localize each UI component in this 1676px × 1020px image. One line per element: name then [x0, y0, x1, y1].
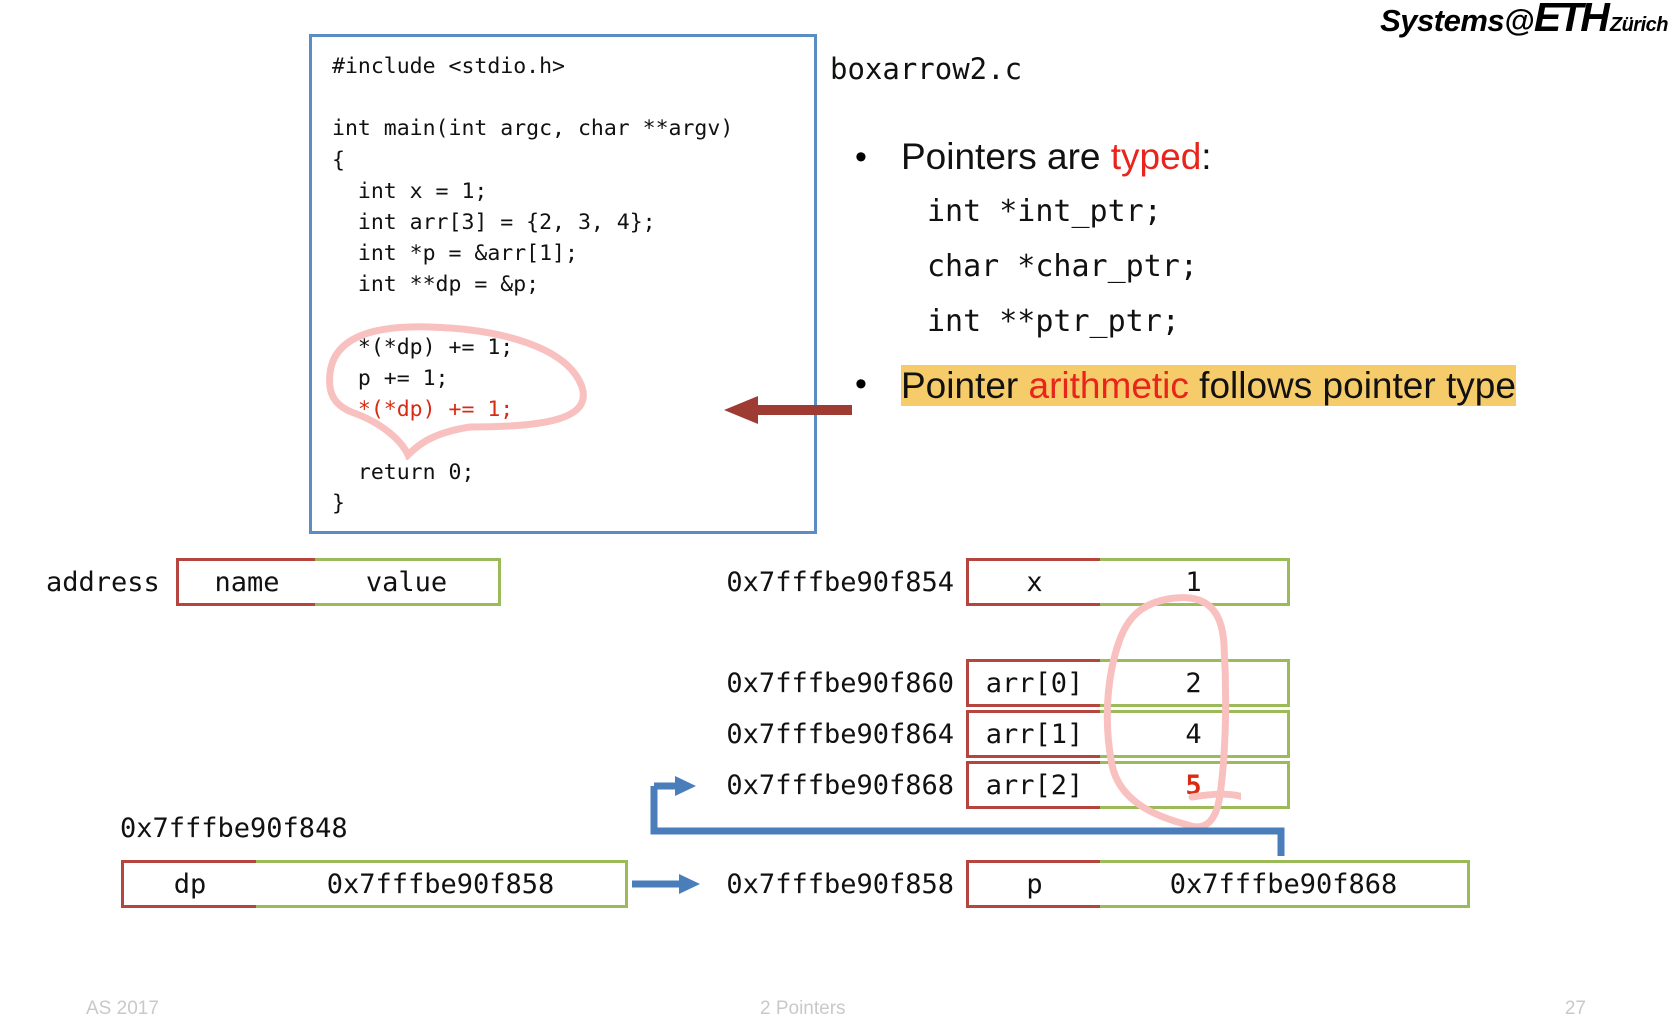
bullet-arith-pre: Pointer	[901, 365, 1029, 406]
code-line: *(*dp) += 1;	[332, 334, 514, 360]
logo-at-symbol: @	[1504, 3, 1534, 38]
bullet-typed-text: Pointers are typed:	[901, 130, 1212, 184]
memory-row-arr2: 0x7fffbe90f868 arr[2] 5	[706, 761, 1290, 809]
memory-address-arr2: 0x7fffbe90f868	[726, 769, 954, 801]
bullet-typed-post: :	[1201, 136, 1212, 177]
code-line: }	[332, 490, 345, 516]
memory-value-arr0: 2	[1100, 659, 1290, 707]
filename-label: boxarrow2.c	[830, 52, 1023, 86]
code-line: p += 1;	[332, 366, 449, 392]
declaration-ptr-ptr: int **ptr_ptr;	[927, 304, 1180, 339]
bullet-list: • Pointers are typed: int *int_ptr; char…	[855, 130, 1655, 415]
memory-value-arr2: 5	[1100, 761, 1290, 809]
legend-name-cell: name	[176, 558, 315, 606]
memory-row-arr1: 0x7fffbe90f864 arr[1] 4	[706, 710, 1290, 758]
bullet-typed-pre: Pointers are	[901, 136, 1111, 177]
code-line: return 0;	[332, 459, 475, 485]
logo-systems-text: Systems	[1380, 3, 1505, 38]
memory-name-p: p	[966, 860, 1100, 908]
bullet-arith-keyword: arithmetic	[1028, 365, 1189, 406]
logo-eth-text: ETH	[1533, 0, 1610, 40]
bullet-typed-keyword: typed	[1110, 136, 1202, 177]
memory-value-p: 0x7fffbe90f868	[1100, 860, 1470, 908]
memory-name-arr1: arr[1]	[966, 710, 1100, 758]
memory-row-dp: dp 0x7fffbe90f858	[121, 860, 628, 908]
memory-address-p: 0x7fffbe90f858	[726, 868, 954, 900]
memory-name-arr2: arr[2]	[966, 761, 1100, 809]
code-block: #include <stdio.h> int main(int argc, ch…	[309, 34, 817, 534]
memory-name-arr0: arr[0]	[966, 659, 1100, 707]
memory-name-x: x	[966, 558, 1100, 606]
legend-value-cell: value	[315, 558, 501, 606]
slide: Systems@ETH Zürich #include <stdio.h> int…	[0, 0, 1676, 1019]
memory-value-dp: 0x7fffbe90f858	[256, 860, 628, 908]
bullet-dot-icon-2: •	[855, 365, 867, 403]
logo-zurich-text: Zürich	[1609, 14, 1669, 36]
memory-value-x: 1	[1100, 558, 1290, 606]
eth-logo: Systems@ETH Zürich	[1380, 0, 1668, 41]
memory-row-x: 0x7fffbe90f854 x 1	[706, 558, 1290, 606]
code-line: int main(int argc, char **argv)	[332, 116, 734, 142]
footer-page-number: 27	[1564, 998, 1586, 1019]
bullet-item-arithmetic: • Pointer arithmetic follows pointer typ…	[855, 357, 1655, 415]
memory-address-dp: 0x7fffbe90f848	[120, 813, 348, 844]
memory-address-arr0: 0x7fffbe90f860	[726, 667, 954, 699]
memory-address-arr1: 0x7fffbe90f864	[726, 718, 954, 750]
code-text: #include <stdio.h> int main(int argc, ch…	[332, 51, 733, 519]
memory-row-p: 0x7fffbe90f858 p 0x7fffbe90f868	[706, 860, 1470, 908]
arrow-dp-to-p	[632, 874, 700, 894]
code-line: int x = 1;	[332, 178, 488, 204]
declaration-int-ptr: int *int_ptr;	[927, 194, 1162, 229]
memory-value-arr1: 4	[1100, 710, 1290, 758]
code-line: int arr[3] = {2, 3, 4};	[332, 210, 656, 236]
footer-term: AS 2017	[86, 998, 159, 1019]
memory-row-arr0: 0x7fffbe90f860 arr[0] 2	[706, 659, 1290, 707]
memory-name-dp: dp	[121, 860, 256, 908]
footer-topic: 2 Pointers	[760, 998, 846, 1019]
memory-address-x: 0x7fffbe90f854	[726, 566, 954, 598]
bullet-arith-post: follows pointer type	[1188, 365, 1516, 406]
bullet-dot-icon: •	[855, 138, 867, 176]
code-line: #include <stdio.h>	[332, 54, 565, 79]
legend-address-label: address	[46, 566, 160, 598]
legend-row: address name value	[46, 558, 501, 606]
declaration-char-ptr: char *char_ptr;	[927, 249, 1198, 284]
code-line: *(*dp) += 1;	[332, 397, 514, 423]
bullet-item-typed: • Pointers are typed:	[855, 130, 1655, 184]
bullet-arithmetic-text: Pointer arithmetic follows pointer type	[901, 357, 1531, 415]
code-line: int **dp = &p;	[332, 272, 540, 298]
code-line: {	[332, 147, 345, 173]
code-line: int *p = &arr[1];	[332, 241, 578, 267]
